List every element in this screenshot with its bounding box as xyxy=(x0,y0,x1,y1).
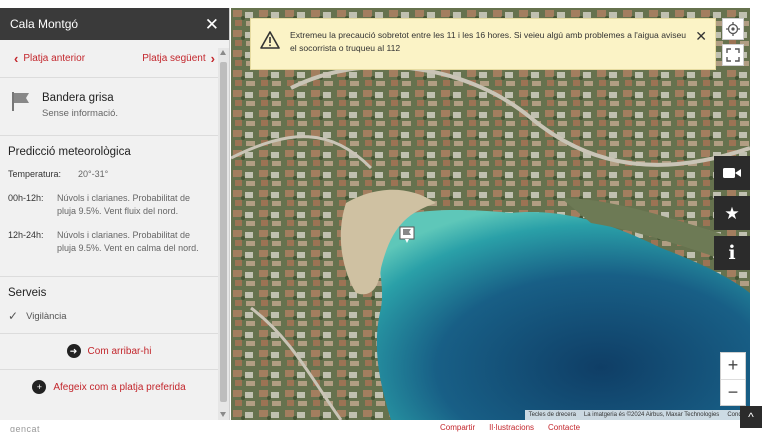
forecast-row: 12h-24h: Núvols i clarianes. Probabilita… xyxy=(8,229,210,255)
flag-title: Bandera grisa xyxy=(42,92,114,104)
flag-icon xyxy=(12,92,29,111)
footer-link[interactable]: Il·lustracions xyxy=(489,423,534,432)
fullscreen-icon xyxy=(726,48,740,62)
forecast-period-text: Núvols i clarianes. Probabilitat de pluj… xyxy=(57,193,191,217)
info-icon: i xyxy=(728,241,736,264)
beach-navigation: ‹ Platja anterior Platja següent › xyxy=(0,40,229,78)
video-camera-icon xyxy=(723,168,741,178)
next-beach-label: Platja següent xyxy=(142,53,206,64)
forecast-period-label: 12h-24h: xyxy=(8,230,44,241)
map-attribution: Tecles de drecera La imatgeria és ©2024 … xyxy=(524,410,750,420)
checkmark-icon: ✓ xyxy=(8,309,19,324)
forecast-period-label: 00h-12h: xyxy=(8,193,44,204)
page-footer: gencat Compartir Il·lustracions Contacte xyxy=(0,420,768,432)
zoom-control: + − xyxy=(720,352,746,406)
chevron-up-icon: ^ xyxy=(748,410,754,424)
add-favorite-label: Afegeix com a platja preferida xyxy=(53,381,186,393)
my-location-button[interactable] xyxy=(722,18,744,40)
keyboard-shortcuts-link[interactable]: Tecles de drecera xyxy=(529,412,576,418)
temperature-label: Temperatura: xyxy=(8,169,62,179)
panel-content: Bandera grisa Sense informació. Predicci… xyxy=(0,78,218,405)
footer-links: Compartir Il·lustracions Contacte xyxy=(440,423,580,432)
temperature-row: Temperatura: 20°-31° xyxy=(8,168,210,181)
directions-button[interactable]: ➜ Com arribar-hi xyxy=(0,334,218,371)
app-root: Cala Montgó ✕ ‹ Platja anterior Platja s… xyxy=(0,0,768,432)
alert-message: Extremeu la precaució sobretot entre les… xyxy=(290,30,687,54)
services-title: Serveis xyxy=(8,287,47,300)
fullscreen-button[interactable] xyxy=(722,44,744,66)
panel-title: Cala Montgó xyxy=(10,17,79,31)
imagery-credit: La imatgeria és ©2024 Airbus, Maxar Tech… xyxy=(583,412,720,418)
add-circle-icon: + xyxy=(32,380,47,395)
temperature-value: 20°-31° xyxy=(78,169,109,179)
webcam-button[interactable] xyxy=(714,156,750,190)
add-favorite-button[interactable]: + Afegeix com a platja preferida xyxy=(0,370,218,405)
chevron-left-icon: ‹ xyxy=(14,51,19,66)
scrollbar-thumb[interactable] xyxy=(220,62,227,402)
service-label: Vigilància xyxy=(26,310,67,322)
next-beach-link[interactable]: Platja següent › xyxy=(142,52,215,65)
forecast-row: 00h-12h: Núvols i clarianes. Probabilita… xyxy=(8,192,210,218)
flag-status: Bandera grisa Sense informació. xyxy=(0,78,218,136)
scroll-down-arrow-icon[interactable] xyxy=(220,412,226,417)
service-item: ✓ Vigilància xyxy=(8,309,210,323)
weather-forecast-section: Predicció meteorològica Temperatura: 20°… xyxy=(0,136,218,278)
crosshair-icon xyxy=(726,22,740,36)
star-icon: ★ xyxy=(724,203,740,223)
chevron-right-icon: › xyxy=(210,51,215,66)
satellite-map[interactable]: Extremeu la precaució sobretot entre les… xyxy=(231,8,750,420)
previous-beach-label: Platja anterior xyxy=(23,53,86,64)
info-button[interactable]: i xyxy=(714,236,750,270)
close-icon[interactable]: ✕ xyxy=(205,16,219,33)
scroll-up-arrow-icon[interactable] xyxy=(220,50,226,55)
panel-header: Cala Montgó ✕ xyxy=(0,8,229,40)
beach-info-panel: Cala Montgó ✕ ‹ Platja anterior Platja s… xyxy=(0,8,230,420)
panel-scrollbar[interactable] xyxy=(218,48,229,420)
forecast-title: Predicció meteorològica xyxy=(8,146,131,158)
zoom-in-button[interactable]: + xyxy=(721,353,745,379)
warning-alert: Extremeu la precaució sobretot entre les… xyxy=(250,18,716,70)
close-icon[interactable]: ✕ xyxy=(695,29,707,43)
footer-link[interactable]: Contacte xyxy=(548,423,580,432)
flag-subtitle: Sense informació. xyxy=(42,108,119,119)
services-section: Serveis ✓ Vigilància xyxy=(0,277,218,335)
directions-icon: ➜ xyxy=(66,344,81,359)
directions-label: Com arribar-hi xyxy=(87,345,152,357)
favorite-star-button[interactable]: ★ xyxy=(714,196,750,230)
warning-icon xyxy=(260,31,280,49)
scroll-to-top-button[interactable]: ^ xyxy=(740,406,762,428)
beach-marker-icon[interactable] xyxy=(399,226,415,244)
previous-beach-link[interactable]: ‹ Platja anterior xyxy=(14,52,85,65)
brand-logo: gencat xyxy=(10,424,41,432)
footer-link[interactable]: Compartir xyxy=(440,423,475,432)
forecast-period-text: Núvols i clarianes. Probabilitat de pluj… xyxy=(57,230,199,254)
zoom-out-button[interactable]: − xyxy=(721,380,745,406)
